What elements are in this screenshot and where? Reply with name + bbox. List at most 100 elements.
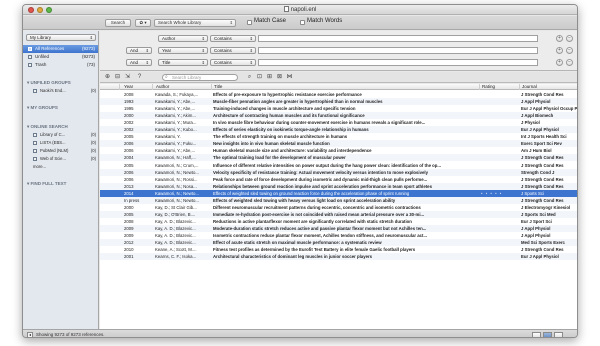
online-lista[interactable]: LISTA (EBS... (0) xyxy=(31,139,98,147)
year-cell: 2009 xyxy=(124,225,134,231)
table-row[interactable]: ✎2005Kawamori, N.; Crum,...Influence of … xyxy=(100,162,577,169)
table-row[interactable]: ✎2006Kawakami, Y.; Abe,...Human skeletal… xyxy=(100,147,577,154)
boolean-select[interactable]: And ⇕ xyxy=(126,59,152,66)
author-cell: Kawamori, N.; Newto... xyxy=(155,169,199,175)
remove-criterion-button[interactable]: − xyxy=(566,47,573,54)
author-cell: Keane, A.; Scott, M.... xyxy=(155,247,197,253)
search-options-button[interactable]: ✿ ▾ xyxy=(135,19,151,27)
online-library-of-congress[interactable]: Library of C... (0) xyxy=(31,131,98,139)
field-select-value: Author xyxy=(162,36,176,41)
online-search-more-link[interactable]: more... xyxy=(33,163,100,171)
year-cell: 1993 xyxy=(124,99,134,105)
rating-cell[interactable]: • • • • • xyxy=(481,190,519,197)
author-column-header[interactable]: Author xyxy=(154,84,212,90)
group-unfiled[interactable]: Unfiled (9273) xyxy=(23,53,98,61)
remove-criterion-button[interactable]: − xyxy=(566,59,573,66)
match-case-checkbox[interactable] xyxy=(247,20,252,25)
criterion-input[interactable] xyxy=(258,35,538,42)
add-criterion-button[interactable]: + xyxy=(556,35,563,42)
search-scope-select[interactable]: Search Whole Library ⇕ xyxy=(154,19,236,27)
field-select[interactable]: Title ⇕ xyxy=(158,59,208,66)
my-groups-header[interactable]: ▾ MY GROUPS xyxy=(27,105,99,111)
online-search-count: (0) xyxy=(90,148,96,153)
year-column-header[interactable]: Year xyxy=(122,84,153,90)
remove-criterion-button[interactable]: − xyxy=(566,35,573,42)
find-icon[interactable]: ⌕ xyxy=(246,74,253,81)
table-row[interactable]: ✎2006Kawamori, N.; Newto...Velocity spec… xyxy=(100,168,577,176)
insert-citation-icon[interactable]: ⊞ xyxy=(266,74,273,81)
table-row[interactable]: ✎2014Kawamori, N.; Newto...Effects of we… xyxy=(100,189,577,197)
boolean-select-value: And xyxy=(130,60,139,65)
table-row[interactable]: ✎2001Kearns, C. F.; Isoka...Architectura… xyxy=(100,253,577,261)
add-criterion-button[interactable]: + xyxy=(556,47,563,54)
table-row[interactable]: ✎1995Kawakami, Y.; Abe,...Training-induc… xyxy=(100,105,577,112)
format-bibliography-icon[interactable]: ⊠ xyxy=(276,74,283,81)
author-cell: Kawakami, Y.; Akim... xyxy=(155,113,196,119)
layout-hide-panel-button[interactable] xyxy=(554,332,563,337)
journal-column-header[interactable]: Journal xyxy=(520,84,577,90)
year-cell: 2005 xyxy=(124,162,134,168)
group-folder-icon xyxy=(33,89,37,93)
table-row[interactable]: ✎2012Kay, A. D.; Blazevic...Effect of ac… xyxy=(100,239,577,247)
table-row[interactable]: ✎1993Kawakami, Y.; Abe,...Muscle-fiber p… xyxy=(100,98,577,106)
find-full-text-header[interactable]: ▾ FIND FULL TEXT xyxy=(27,181,99,187)
table-row[interactable]: ✎2000Kawakami, Y.; Akim...Architecture o… xyxy=(100,112,577,120)
export-reference-icon[interactable]: ⇲ xyxy=(124,74,131,81)
title-column-header[interactable]: Title xyxy=(212,84,480,90)
online-search-header[interactable]: ▾ ONLINE SEARCH xyxy=(27,124,99,130)
toggle-sidebar-icon[interactable]: ◂ xyxy=(27,332,33,337)
table-row[interactable]: ✎2009Kay, A. D.; Blazevic...Isometric co… xyxy=(100,232,577,239)
table-row[interactable]: ✎2010Keane, A.; Scott, M....Fitness test… xyxy=(100,246,577,253)
table-row[interactable]: ✎2000Kay, D.; St Clair Gib...Different n… xyxy=(100,204,577,211)
title-cell: Architecture of contracting human muscle… xyxy=(213,113,365,119)
table-row[interactable]: ✎2002Kawakami, Y.; Kubo...Effects of ser… xyxy=(100,126,577,134)
title-cell: Effects of weighted sled towing with hea… xyxy=(213,197,396,203)
operator-select[interactable]: Contains ⇕ xyxy=(210,59,256,66)
attach-file-icon[interactable]: ⊡ xyxy=(256,74,263,81)
operator-select[interactable]: Contains ⇕ xyxy=(210,47,256,54)
table-row[interactable]: ✎2002Kawakami, Y.; Mura...In vivo muscle… xyxy=(100,119,577,126)
unfiled-groups-header[interactable]: ▾ UNFILED GROUPS xyxy=(27,80,99,86)
table-row[interactable]: ✎2013Kawamori, N.; Nosa...Relationships … xyxy=(100,182,577,190)
open-reference-icon[interactable]: ⊟ xyxy=(114,74,121,81)
table-row[interactable]: ✎2008Kawada, S.; Fukaya,...Effects of pr… xyxy=(100,91,577,98)
table-row[interactable]: ✎2009Kay, A. D.; Blazevic...Moderate-dur… xyxy=(100,224,577,232)
criterion-input[interactable] xyxy=(258,59,538,66)
new-reference-icon[interactable]: ⊕ xyxy=(104,74,111,81)
table-row[interactable]: ✎2006Kawakami, Y.; Fuku...New insights i… xyxy=(100,140,577,148)
group-trash[interactable]: Trash (73) xyxy=(23,61,98,69)
quick-search-field[interactable]: ⌕ Search Library xyxy=(162,74,238,81)
add-criterion-button[interactable]: + xyxy=(556,59,563,66)
group-naoki[interactable]: Naoki's End... (0) xyxy=(31,87,98,95)
title-cell: Reductions in active plantarflexor momen… xyxy=(213,218,412,224)
table-row[interactable]: ✎2005Kawakami, Y.The effects of strength… xyxy=(100,133,577,140)
online-pubmed[interactable]: PubMed (NLM) (0) xyxy=(31,147,98,155)
layout-split-bottom-button[interactable] xyxy=(543,332,552,337)
operator-select-value: Contains xyxy=(214,36,232,41)
table-row[interactable]: ✎2008Kay, A. D.; Blazevic...Reductions i… xyxy=(100,218,577,225)
match-words-checkbox[interactable] xyxy=(300,20,305,25)
table-row[interactable]: ✎2005Kay, D.; O'Brien, B....Immediate re… xyxy=(100,210,577,218)
table-row[interactable]: ✎2006Kawamori, N.; Rossi...Peak force an… xyxy=(100,176,577,183)
cite-while-you-write-icon[interactable]: ⋈ xyxy=(286,74,293,81)
search-button[interactable]: Search xyxy=(105,19,131,27)
year-cell: In press xyxy=(124,197,140,203)
help-icon[interactable]: ? xyxy=(136,74,143,81)
layout-split-right-button[interactable] xyxy=(532,332,541,337)
chevron-updown-icon: ⇕ xyxy=(89,35,93,40)
online-search-label: Library of C... xyxy=(40,132,66,137)
field-select[interactable]: Year ⇕ xyxy=(158,47,208,54)
rating-column-header[interactable]: Rating xyxy=(480,84,520,90)
operator-select[interactable]: Contains ⇕ xyxy=(210,35,256,42)
boolean-select[interactable]: And ⇕ xyxy=(126,47,152,54)
criterion-input[interactable] xyxy=(258,47,538,54)
group-all-references[interactable]: All References (9273) xyxy=(23,45,98,53)
table-row[interactable]: ✎In pressKawamori, N.; Newto...Effects o… xyxy=(100,196,577,204)
status-column-header[interactable] xyxy=(100,84,120,90)
field-select[interactable]: Author ⇕ xyxy=(158,35,208,42)
year-cell: 2001 xyxy=(124,254,134,260)
author-cell: Kawamori, N.; Newto... xyxy=(155,190,199,196)
library-select[interactable]: My Library ⇕ xyxy=(26,34,96,41)
table-row[interactable]: ✎2004Kawamori, N.; Haff,...The optimal t… xyxy=(100,154,577,162)
online-web-of-science[interactable]: Web of Scie... (0) xyxy=(31,155,98,163)
